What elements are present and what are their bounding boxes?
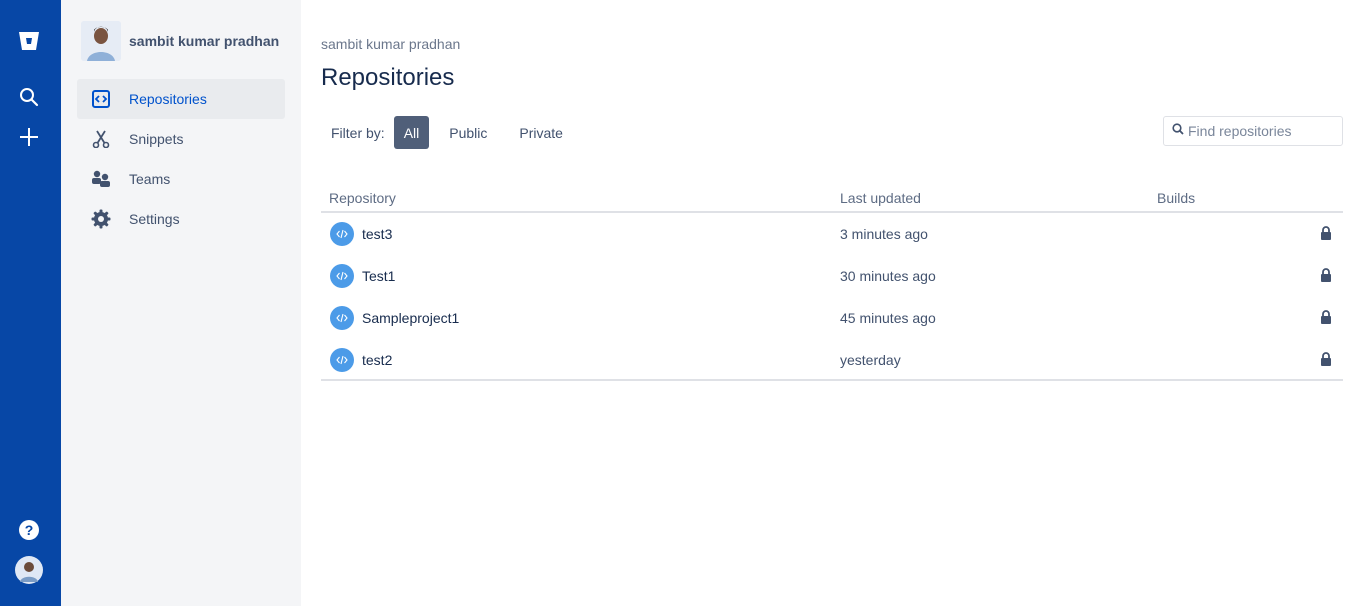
- sidebar-profile[interactable]: sambit kumar pradhan: [81, 20, 279, 62]
- search-field: [1163, 116, 1343, 146]
- table-row[interactable]: test3 3 minutes ago: [321, 213, 1343, 255]
- table-header: Repository Last updated Builds: [321, 186, 1343, 213]
- search-icon: [1172, 122, 1184, 140]
- sidebar-nav: Repositories Snippets Teams Settings: [77, 79, 285, 239]
- gear-icon: [91, 209, 111, 229]
- search-input[interactable]: [1188, 123, 1338, 139]
- filter-private-button[interactable]: Private: [507, 116, 575, 149]
- global-navigation: ?: [0, 0, 61, 606]
- lock-icon: [1320, 226, 1332, 241]
- sidebar-item-repositories[interactable]: Repositories: [77, 79, 285, 119]
- bitbucket-logo-icon[interactable]: [14, 26, 44, 56]
- table-row[interactable]: Sampleproject1 45 minutes ago: [321, 297, 1343, 339]
- filter-label: Filter by:: [331, 124, 385, 141]
- snippets-icon: [91, 129, 111, 149]
- breadcrumb[interactable]: sambit kumar pradhan: [321, 36, 460, 52]
- repository-avatar-icon[interactable]: [330, 222, 354, 246]
- lock-icon: [1320, 352, 1332, 367]
- search-icon[interactable]: [14, 82, 44, 112]
- lock-icon: [1320, 268, 1332, 283]
- repository-name-link[interactable]: test2: [362, 352, 392, 368]
- lock-icon: [1320, 310, 1332, 325]
- column-header-last-updated[interactable]: Last updated: [840, 190, 921, 206]
- main-content: sambit kumar pradhan Repositories Filter…: [321, 0, 1343, 606]
- last-updated-text: yesterday: [840, 352, 901, 368]
- repository-avatar-icon[interactable]: [330, 306, 354, 330]
- table-row[interactable]: test2 yesterday: [321, 339, 1343, 381]
- column-header-builds: Builds: [1157, 190, 1196, 206]
- create-icon[interactable]: [14, 122, 44, 152]
- column-header-repository[interactable]: Repository: [329, 190, 396, 206]
- sidebar-item-label: Snippets: [129, 131, 184, 147]
- svg-text:?: ?: [25, 522, 34, 538]
- sidebar-item-snippets[interactable]: Snippets: [77, 119, 285, 159]
- filter-all-button[interactable]: All: [393, 116, 430, 149]
- profile-name[interactable]: sambit kumar pradhan: [129, 33, 279, 49]
- sidebar-item-label: Settings: [129, 211, 180, 227]
- repository-avatar-icon[interactable]: [330, 348, 354, 372]
- last-updated-text: 30 minutes ago: [840, 268, 936, 284]
- repository-name-link[interactable]: test3: [362, 226, 392, 242]
- table-row[interactable]: Test1 30 minutes ago: [321, 255, 1343, 297]
- sidebar-item-label: Teams: [129, 171, 171, 187]
- filter-bar: Filter by: All Public Private: [331, 116, 583, 149]
- sidebar-item-teams[interactable]: Teams: [77, 159, 285, 199]
- repositories-table: Repository Last updated Builds test3 3 m…: [321, 186, 1343, 381]
- sidebar-item-settings[interactable]: Settings: [77, 199, 285, 239]
- repository-avatar-icon[interactable]: [330, 264, 354, 288]
- teams-icon: [91, 169, 111, 189]
- page-title: Repositories: [321, 64, 455, 91]
- repository-name-link[interactable]: Test1: [362, 268, 395, 284]
- profile-avatar[interactable]: [81, 21, 121, 61]
- help-icon[interactable]: ?: [14, 515, 44, 545]
- filter-public-button[interactable]: Public: [437, 116, 499, 149]
- last-updated-text: 45 minutes ago: [840, 310, 936, 326]
- sidebar-item-label: Repositories: [129, 91, 207, 107]
- repository-name-link[interactable]: Sampleproject1: [362, 310, 459, 326]
- last-updated-text: 3 minutes ago: [840, 226, 928, 242]
- repositories-icon: [91, 89, 111, 109]
- user-avatar[interactable]: [14, 555, 44, 585]
- sidebar: sambit kumar pradhan Repositories Snippe…: [61, 0, 301, 606]
